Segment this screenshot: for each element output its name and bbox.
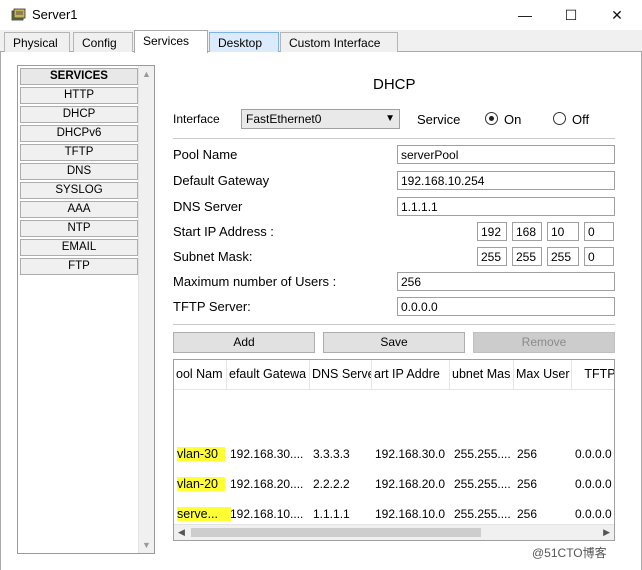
default-gateway-input[interactable]: 192.168.10.254 xyxy=(397,171,615,190)
default-gateway-label: Default Gateway xyxy=(173,173,270,188)
scroll-down-icon[interactable]: ▼ xyxy=(142,540,151,550)
pool-name-label: Pool Name xyxy=(173,147,238,162)
dhcp-title: DHCP xyxy=(373,76,416,93)
save-button[interactable]: Save xyxy=(323,332,465,353)
service-item-ftp[interactable]: FTP xyxy=(20,258,138,275)
cell-max-users: 256 xyxy=(517,447,538,461)
tab-physical[interactable]: Physical xyxy=(4,32,70,52)
tab-config[interactable]: Config xyxy=(73,32,133,52)
server-app-icon xyxy=(11,8,26,21)
pool-name-input[interactable]: serverPool xyxy=(397,145,615,164)
table-header-row: ool Nam efault Gatewa DNS Serve art IP A… xyxy=(174,360,614,390)
service-item-email[interactable]: EMAIL xyxy=(20,239,138,256)
cell-tftp: 0.0.0.0 xyxy=(575,477,612,491)
column-header-start-ip[interactable]: art IP Addre xyxy=(372,360,450,390)
add-button[interactable]: Add xyxy=(173,332,315,353)
column-header-dns-server[interactable]: DNS Serve xyxy=(310,360,372,390)
cell-pool-name: serve... xyxy=(177,507,231,521)
column-header-pool-name[interactable]: ool Nam xyxy=(174,360,227,390)
service-item-ntp[interactable]: NTP xyxy=(20,220,138,237)
service-on-label: On xyxy=(504,112,522,127)
service-item-http[interactable]: HTTP xyxy=(20,87,138,104)
services-list: SERVICES HTTP DHCP DHCPv6 TFTP DNS SYSLO… xyxy=(17,65,155,554)
start-ip-octet-2[interactable]: 168 xyxy=(512,222,542,241)
service-item-dhcpv6[interactable]: DHCPv6 xyxy=(20,125,138,142)
column-header-subnet-mask[interactable]: ubnet Mas xyxy=(450,360,514,390)
cell-tftp: 0.0.0.0 xyxy=(575,507,612,521)
column-header-tftp[interactable]: TFTP xyxy=(572,360,614,390)
divider xyxy=(173,138,615,139)
title-bar: Server1 — ☐ ✕ xyxy=(0,0,642,30)
service-on-radio[interactable] xyxy=(485,112,498,125)
subnet-octet-1[interactable]: 255 xyxy=(477,247,507,266)
service-item-dhcp[interactable]: DHCP xyxy=(20,106,138,123)
start-ip-octet-4[interactable]: 0 xyxy=(584,222,614,241)
subnet-octet-3[interactable]: 255 xyxy=(547,247,579,266)
start-ip-label: Start IP Address : xyxy=(173,224,274,239)
table-horizontal-scrollbar[interactable]: ◀ ▶ xyxy=(174,524,614,540)
interface-label: Interface xyxy=(173,112,220,126)
service-off-label: Off xyxy=(572,112,590,127)
tftp-server-input[interactable]: 0.0.0.0 xyxy=(397,297,615,316)
chevron-down-icon: ▼ xyxy=(385,113,395,124)
services-scrollbar[interactable]: ▲ ▼ xyxy=(138,66,154,553)
interface-value: FastEthernet0 xyxy=(246,112,322,126)
cell-start-ip: 192.168.30.0 xyxy=(375,447,446,461)
services-panel: SERVICES HTTP DHCP DHCPv6 TFTP DNS SYSLO… xyxy=(0,52,642,570)
tftp-server-label: TFTP Server: xyxy=(173,299,251,314)
dns-server-label: DNS Server xyxy=(173,199,243,214)
cell-default-gateway: 192.168.30.... xyxy=(230,447,304,461)
maximize-button[interactable]: ☐ xyxy=(548,0,594,30)
remove-button[interactable]: Remove xyxy=(473,332,615,353)
subnet-octet-4[interactable]: 0 xyxy=(584,247,614,266)
watermark: @51CTO博客 xyxy=(532,546,607,560)
minimize-button[interactable]: — xyxy=(502,0,548,30)
service-off-radio[interactable] xyxy=(553,112,566,125)
service-item-aaa[interactable]: AAA xyxy=(20,201,138,218)
service-item-syslog[interactable]: SYSLOG xyxy=(20,182,138,199)
start-ip-octet-3[interactable]: 10 xyxy=(547,222,579,241)
close-button[interactable]: ✕ xyxy=(594,0,640,30)
cell-dns-server: 2.2.2.2 xyxy=(313,477,350,491)
cell-max-users: 256 xyxy=(517,477,538,491)
window-title: Server1 xyxy=(32,7,78,22)
tab-bar: Physical Config Services Desktop Custom … xyxy=(0,30,642,53)
tab-services[interactable]: Services xyxy=(134,30,208,53)
cell-tftp: 0.0.0.0 xyxy=(575,447,612,461)
services-header: SERVICES xyxy=(20,68,138,85)
service-label: Service xyxy=(417,112,461,127)
scrollbar-thumb[interactable] xyxy=(191,528,481,537)
subnet-mask-label: Subnet Mask: xyxy=(173,249,253,264)
cell-pool-name: vlan-20 xyxy=(177,477,225,491)
start-ip-octet-1[interactable]: 192 xyxy=(477,222,507,241)
cell-default-gateway: 192.168.20.... xyxy=(230,477,304,491)
cell-subnet-mask: 255.255.... xyxy=(454,477,511,491)
subnet-octet-2[interactable]: 255 xyxy=(512,247,542,266)
dns-server-input[interactable]: 1.1.1.1 xyxy=(397,197,615,216)
service-item-dns[interactable]: DNS xyxy=(20,163,138,180)
dhcp-pool-table: ool Nam efault Gatewa DNS Serve art IP A… xyxy=(173,359,615,541)
cell-start-ip: 192.168.10.0 xyxy=(375,507,446,521)
cell-start-ip: 192.168.20.0 xyxy=(375,477,446,491)
cell-subnet-mask: 255.255.... xyxy=(454,507,511,521)
column-header-max-users[interactable]: Max User xyxy=(514,360,572,390)
interface-select[interactable]: FastEthernet0 ▼ xyxy=(241,109,400,129)
cell-dns-server: 1.1.1.1 xyxy=(313,507,350,521)
scroll-left-icon[interactable]: ◀ xyxy=(178,527,185,538)
cell-dns-server: 3.3.3.3 xyxy=(313,447,350,461)
cell-max-users: 256 xyxy=(517,507,538,521)
service-item-tftp[interactable]: TFTP xyxy=(20,144,138,161)
max-users-input[interactable]: 256 xyxy=(397,272,615,291)
scroll-right-icon[interactable]: ▶ xyxy=(603,527,610,538)
cell-pool-name: vlan-30 xyxy=(177,447,225,461)
tab-desktop[interactable]: Desktop xyxy=(209,32,279,52)
tab-custom-interface[interactable]: Custom Interface xyxy=(280,32,398,52)
cell-subnet-mask: 255.255.... xyxy=(454,447,511,461)
max-users-label: Maximum number of Users : xyxy=(173,274,337,289)
column-header-default-gateway[interactable]: efault Gatewa xyxy=(227,360,310,390)
cell-default-gateway: 192.168.10.... xyxy=(230,507,304,521)
divider xyxy=(173,324,615,325)
scroll-up-icon[interactable]: ▲ xyxy=(142,69,151,79)
